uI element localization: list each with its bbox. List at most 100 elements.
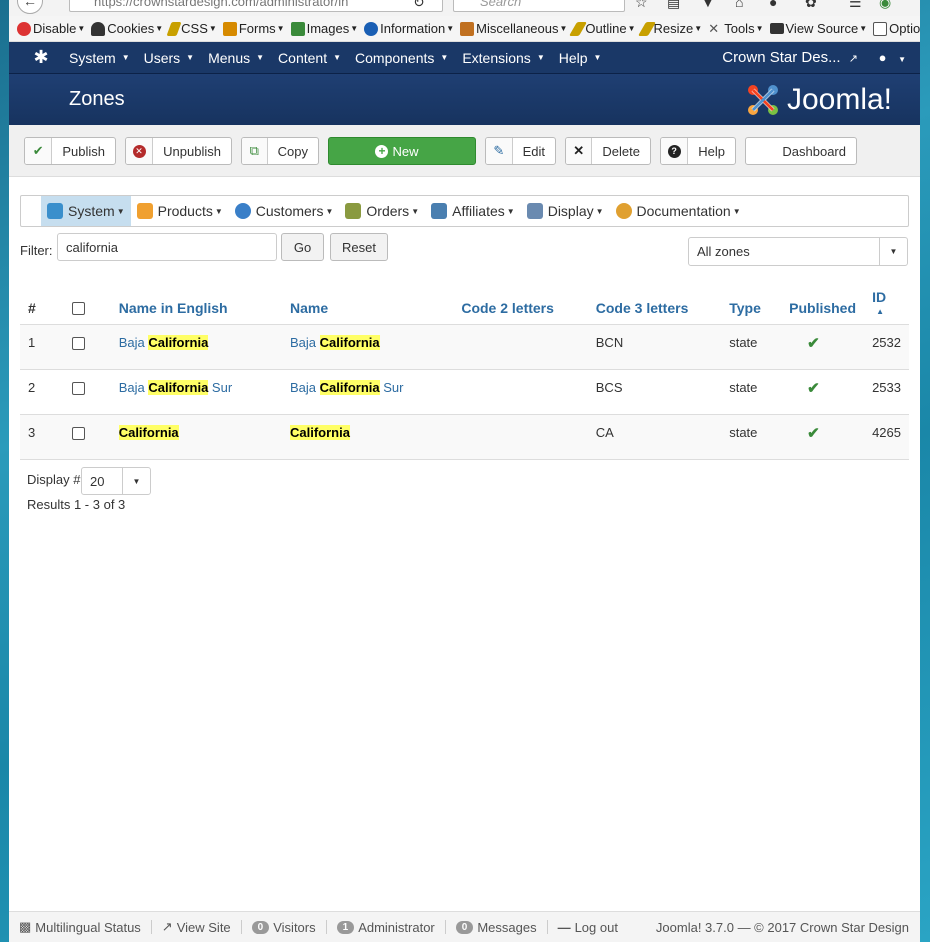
bookmark-star-icon[interactable]: ☆: [635, 0, 648, 11]
cmenu-customers[interactable]: Customers ▼: [229, 196, 340, 226]
webdev-cookies[interactable]: Cookies ▼: [91, 21, 163, 36]
messages-link[interactable]: 0 Messages: [446, 920, 548, 935]
col-id[interactable]: ID ▲: [864, 280, 909, 325]
joomla-logo-icon[interactable]: ✱: [23, 47, 59, 68]
col-select-all[interactable]: [63, 280, 111, 325]
administrator-link[interactable]: 1 Administrator: [327, 920, 446, 935]
webdev-tools[interactable]: ✕ Tools ▼: [708, 21, 763, 36]
webdev-css[interactable]: CSS ▼: [166, 21, 217, 36]
col-type[interactable]: Type: [721, 280, 782, 325]
webdev-forms[interactable]: Forms ▼: [222, 21, 285, 36]
view-site-link[interactable]: ↗ View Site: [152, 919, 242, 935]
browser-toolbar: ← https://crownstardesign.com/administra…: [9, 0, 920, 16]
name-en-link[interactable]: Baja California Sur: [119, 380, 232, 395]
col-name[interactable]: Name: [282, 280, 454, 325]
shield-icon[interactable]: ◉: [879, 0, 891, 11]
col-code2[interactable]: Code 2 letters: [453, 280, 588, 325]
zone-filter-select[interactable]: All zones ▼: [688, 237, 908, 266]
menu-menus[interactable]: Menus ▼: [208, 50, 264, 66]
edit-button[interactable]: ✎ Edit: [485, 137, 556, 165]
webdev-information[interactable]: Information ▼: [364, 21, 454, 36]
version-footer: Joomla! 3.7.0 — © 2017 Crown Star Design: [655, 919, 909, 935]
cmenu-system[interactable]: System ▼: [41, 196, 131, 226]
webdev-options[interactable]: Options▼: [873, 21, 920, 36]
webdev-images[interactable]: Images ▼: [290, 21, 358, 36]
name-en-link[interactable]: California: [118, 425, 179, 440]
menu-users[interactable]: Users ▼: [144, 50, 194, 66]
site-link[interactable]: Crown Star Des... ↗: [722, 49, 858, 66]
delete-button[interactable]: ✕ Delete: [565, 137, 651, 165]
images-icon: [290, 21, 305, 36]
dashboard-button[interactable]: Dashboard: [745, 137, 857, 165]
search-bar[interactable]: Search: [453, 0, 625, 12]
url-bar[interactable]: https://crownstardesign.com/administrato…: [69, 0, 443, 12]
menu-content[interactable]: Content ▼: [278, 50, 341, 66]
help-label: Help: [698, 143, 725, 159]
reload-icon[interactable]: ↻: [413, 0, 425, 11]
row-checkbox[interactable]: [71, 337, 85, 351]
menu-icon[interactable]: ☰: [849, 0, 862, 11]
webdev-view-source[interactable]: View Source ▼: [769, 21, 867, 36]
row-name[interactable]: Baja California: [282, 324, 454, 370]
webdev-resize[interactable]: Resize ▼: [637, 21, 702, 36]
cmenu-documentation[interactable]: Documentation ▼: [610, 196, 747, 226]
reading-list-icon[interactable]: ▤: [667, 0, 680, 11]
select-all-checkbox[interactable]: [71, 302, 85, 316]
row-name[interactable]: Baja California Sur: [282, 369, 454, 415]
help-button[interactable]: ? Help: [660, 137, 736, 165]
webdev-miscellaneous[interactable]: Miscellaneous ▼: [460, 21, 567, 36]
publish-button[interactable]: ✔ Publish: [24, 137, 116, 165]
row-published[interactable]: ✔: [781, 324, 865, 370]
cmenu-display[interactable]: Display ▼: [521, 196, 610, 226]
row-name-en[interactable]: California: [110, 414, 283, 460]
webdev-disable[interactable]: Disable ▼: [17, 21, 85, 36]
menu-menus-label: Menus: [208, 49, 251, 66]
row-name[interactable]: California: [282, 414, 454, 460]
copy-button[interactable]: ⧉ Copy: [241, 137, 319, 165]
row-name-en[interactable]: Baja California: [110, 324, 283, 370]
row-published[interactable]: ✔: [781, 414, 865, 460]
reset-button[interactable]: Reset: [330, 233, 388, 261]
extension-icon[interactable]: ✿: [805, 0, 817, 11]
row-checkbox[interactable]: [71, 427, 85, 441]
unpublish-button[interactable]: ✕ Unpublish: [125, 137, 232, 165]
row-select[interactable]: [63, 324, 111, 370]
row-checkbox[interactable]: [71, 382, 85, 396]
name-link[interactable]: Baja California Sur: [290, 380, 403, 395]
cmenu-affiliates[interactable]: Affiliates ▼: [425, 196, 521, 226]
name-link[interactable]: Baja California: [290, 335, 380, 350]
display-count-select[interactable]: 20 ▼: [81, 467, 151, 495]
filter-input[interactable]: [57, 233, 277, 261]
menu-components[interactable]: Components ▼: [355, 50, 448, 66]
back-button[interactable]: ←: [17, 0, 43, 14]
row-name-en[interactable]: Baja California Sur: [110, 369, 283, 415]
pocket-icon[interactable]: ▼: [701, 0, 715, 10]
webdev-outline[interactable]: Outline ▼: [569, 21, 636, 36]
visitors-link[interactable]: 0 Visitors: [242, 920, 327, 935]
published-check-icon[interactable]: ✔: [807, 335, 820, 352]
col-code3[interactable]: Code 3 letters: [587, 280, 722, 325]
col-published[interactable]: Published: [781, 280, 865, 325]
name-en-link[interactable]: Baja California: [119, 335, 209, 350]
dashboard-label: Dashboard: [782, 143, 846, 159]
go-button[interactable]: Go: [281, 233, 324, 261]
menu-help[interactable]: Help ▼: [559, 50, 602, 66]
menu-system[interactable]: System ▼: [69, 50, 130, 66]
published-check-icon[interactable]: ✔: [807, 425, 820, 442]
name-link[interactable]: California: [290, 425, 350, 440]
cmenu-products[interactable]: Products ▼: [131, 196, 229, 226]
row-published[interactable]: ✔: [781, 369, 865, 415]
row-select[interactable]: [63, 414, 111, 460]
addon-icon[interactable]: ●: [769, 0, 777, 10]
menu-extensions[interactable]: Extensions ▼: [462, 50, 544, 66]
home-icon[interactable]: ⌂: [735, 0, 743, 10]
row-select[interactable]: [63, 369, 111, 415]
multilingual-status-link[interactable]: ▩ Multilingual Status: [9, 919, 152, 935]
col-name-en[interactable]: Name in English: [110, 280, 283, 325]
cmenu-orders[interactable]: Orders ▼: [339, 196, 425, 226]
user-menu[interactable]: ● ▼: [879, 50, 906, 65]
published-check-icon[interactable]: ✔: [807, 380, 820, 397]
cmenu-orders-label: Orders: [366, 203, 410, 219]
logout-link[interactable]: — Log out: [548, 920, 628, 935]
new-button[interactable]: + New: [328, 137, 476, 165]
